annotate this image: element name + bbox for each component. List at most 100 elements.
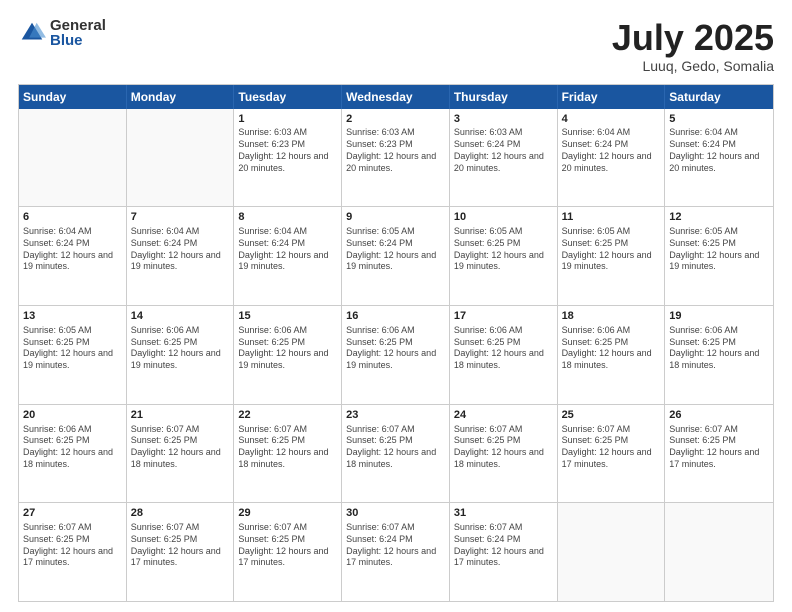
day-number: 9 [346, 210, 445, 225]
sunrise: Sunrise: 6:07 AM [238, 424, 307, 434]
sunrise: Sunrise: 6:07 AM [346, 522, 415, 532]
day-info: Sunrise: 6:04 AM Sunset: 6:24 PM Daylight:… [131, 226, 230, 273]
daylight: Daylight: 12 hours and 20 minutes. [669, 151, 759, 173]
day-number: 24 [454, 408, 553, 423]
day-cell-24: 24Sunrise: 6:07 AMSunset: 6:25 PMDayligh… [450, 405, 558, 503]
day-info: Sunrise: 6:07 AMSunset: 6:25 PMDaylight:… [669, 424, 769, 471]
sunset: Sunset: 6:23 PM [346, 139, 413, 149]
logo-text: General Blue [50, 18, 106, 48]
sunset: Sunset: 6:25 PM [23, 534, 90, 544]
day-info: Sunrise: 6:07 AMSunset: 6:25 PMDaylight:… [131, 522, 230, 569]
day-cell-28: 28Sunrise: 6:07 AMSunset: 6:25 PMDayligh… [127, 503, 235, 601]
day-info: Sunrise: 6:05 AMSunset: 6:25 PMDaylight:… [23, 325, 122, 372]
sunset: Sunset: 6:25 PM [346, 337, 413, 347]
daylight: Daylight: 12 hours and 18 minutes. [131, 447, 221, 469]
day-info: Sunrise: 6:07 AMSunset: 6:25 PMDaylight:… [238, 522, 337, 569]
sunrise: Sunrise: 6:07 AM [131, 424, 200, 434]
sunset: Sunset: 6:24 PM [238, 238, 305, 248]
day-number: 18 [562, 309, 661, 324]
logo-icon [18, 19, 46, 47]
week-row-1: 1Sunrise: 6:03 AMSunset: 6:23 PMDaylight… [19, 109, 773, 207]
daylight: Daylight: 12 hours and 19 minutes. [346, 348, 436, 370]
day-info: Sunrise: 6:06 AMSunset: 6:25 PMDaylight:… [454, 325, 553, 372]
sunset: Sunset: 6:25 PM [131, 435, 198, 445]
day-cell-3: 3Sunrise: 6:03 AMSunset: 6:24 PMDaylight… [450, 109, 558, 207]
day-cell-12: 12Sunrise: 6:05 AMSunset: 6:25 PMDayligh… [665, 207, 773, 305]
daylight: Daylight: 12 hours and 18 minutes. [238, 447, 328, 469]
daylight: Daylight: 12 hours and 19 minutes. [23, 348, 113, 370]
day-info: Sunrise: 6:07 AMSunset: 6:25 PM Daylight:… [238, 424, 337, 471]
week-row-4: 20Sunrise: 6:06 AMSunset: 6:25 PMDayligh… [19, 404, 773, 503]
sunrise: Sunrise: 6:04 AM [238, 226, 307, 236]
day-cell-1: 1Sunrise: 6:03 AMSunset: 6:23 PMDaylight… [234, 109, 342, 207]
day-info: Sunrise: 6:04 AMSunset: 6:24 PMDaylight:… [562, 127, 661, 174]
daylight: Daylight: 12 hours and 19 minutes. [131, 250, 221, 272]
day-header-friday: Friday [558, 85, 666, 109]
sunset: Sunset: 6:25 PM [238, 534, 305, 544]
week-row-3: 13Sunrise: 6:05 AMSunset: 6:25 PMDayligh… [19, 305, 773, 404]
day-number: 5 [669, 112, 769, 127]
daylight: Daylight: 12 hours and 18 minutes. [562, 348, 652, 370]
empty-cell [558, 503, 666, 601]
day-cell-23: 23Sunrise: 6:07 AMSunset: 6:25 PMDayligh… [342, 405, 450, 503]
title-block: July 2025 Luuq, Gedo, Somalia [612, 18, 774, 74]
daylight: Daylight: 12 hours and 18 minutes. [23, 447, 113, 469]
daylight: Daylight: 12 hours and 20 minutes. [346, 151, 436, 173]
sunrise: Sunrise: 6:06 AM [131, 325, 200, 335]
day-number: 8 [238, 210, 337, 225]
sunset: Sunset: 6:24 PM [346, 534, 413, 544]
day-number: 10 [454, 210, 553, 225]
day-info: Sunrise: 6:03 AMSunset: 6:23 PMDaylight:… [238, 127, 337, 174]
page: General Blue July 2025 Luuq, Gedo, Somal… [0, 0, 792, 612]
month-title: July 2025 [612, 18, 774, 58]
daylight: Daylight: 12 hours and 17 minutes. [562, 447, 652, 469]
day-number: 27 [23, 506, 122, 521]
day-cell-27: 27Sunrise: 6:07 AMSunset: 6:25 PMDayligh… [19, 503, 127, 601]
day-number: 6 [23, 210, 122, 225]
sunset: Sunset: 6:25 PM [454, 435, 521, 445]
day-cell-20: 20Sunrise: 6:06 AMSunset: 6:25 PMDayligh… [19, 405, 127, 503]
day-info: Sunrise: 6:05 AMSunset: 6:25 PMDaylight:… [562, 226, 661, 273]
day-header-wednesday: Wednesday [342, 85, 450, 109]
sunrise: Sunrise: 6:04 AM [562, 127, 631, 137]
daylight: Daylight: 12 hours and 19 minutes. [131, 348, 221, 370]
day-cell-10: 10Sunrise: 6:05 AMSunset: 6:25 PMDayligh… [450, 207, 558, 305]
sunrise: Sunrise: 6:07 AM [238, 522, 307, 532]
day-number: 1 [238, 112, 337, 127]
sunset: Sunset: 6:25 PM [346, 435, 413, 445]
day-cell-31: 31Sunrise: 6:07 AMSunset: 6:24 PMDayligh… [450, 503, 558, 601]
week-row-5: 27Sunrise: 6:07 AMSunset: 6:25 PMDayligh… [19, 502, 773, 601]
day-number: 19 [669, 309, 769, 324]
daylight: Daylight: 12 hours and 20 minutes. [454, 151, 544, 173]
sunset: Sunset: 6:25 PM [131, 337, 198, 347]
day-number: 13 [23, 309, 122, 324]
sunset: Sunset: 6:25 PM [669, 435, 736, 445]
sunrise: Sunrise: 6:05 AM [346, 226, 415, 236]
location: Luuq, Gedo, Somalia [612, 58, 774, 74]
day-info: Sunrise: 6:07 AMSunset: 6:25 PMDaylight:… [23, 522, 122, 569]
daylight: Daylight: 12 hours and 19 minutes. [454, 250, 544, 272]
sunset: Sunset: 6:24 PM [346, 238, 413, 248]
day-number: 17 [454, 309, 553, 324]
daylight: Daylight: 12 hours and 20 minutes. [238, 151, 328, 173]
day-cell-2: 2Sunrise: 6:03 AMSunset: 6:23 PMDaylight… [342, 109, 450, 207]
day-number: 23 [346, 408, 445, 423]
sunset: Sunset: 6:25 PM [238, 435, 305, 445]
sunset: Sunset: 6:25 PM [562, 238, 629, 248]
day-number: 28 [131, 506, 230, 521]
daylight: Daylight: 12 hours and 18 minutes. [669, 348, 759, 370]
daylight: Daylight: 12 hours and 18 minutes. [454, 348, 544, 370]
sunrise: Sunrise: 6:03 AM [346, 127, 415, 137]
day-cell-9: 9Sunrise: 6:05 AMSunset: 6:24 PMDaylight… [342, 207, 450, 305]
daylight: Daylight: 12 hours and 18 minutes. [454, 447, 544, 469]
sunset: Sunset: 6:24 PM [131, 238, 198, 248]
sunrise: Sunrise: 6:04 AM [131, 226, 200, 236]
day-number: 29 [238, 506, 337, 521]
day-header-saturday: Saturday [665, 85, 773, 109]
day-number: 7 [131, 210, 230, 225]
day-header-sunday: Sunday [19, 85, 127, 109]
day-cell-30: 30Sunrise: 6:07 AMSunset: 6:24 PMDayligh… [342, 503, 450, 601]
sunset: Sunset: 6:25 PM [454, 337, 521, 347]
day-cell-13: 13Sunrise: 6:05 AMSunset: 6:25 PMDayligh… [19, 306, 127, 404]
empty-cell [127, 109, 235, 207]
